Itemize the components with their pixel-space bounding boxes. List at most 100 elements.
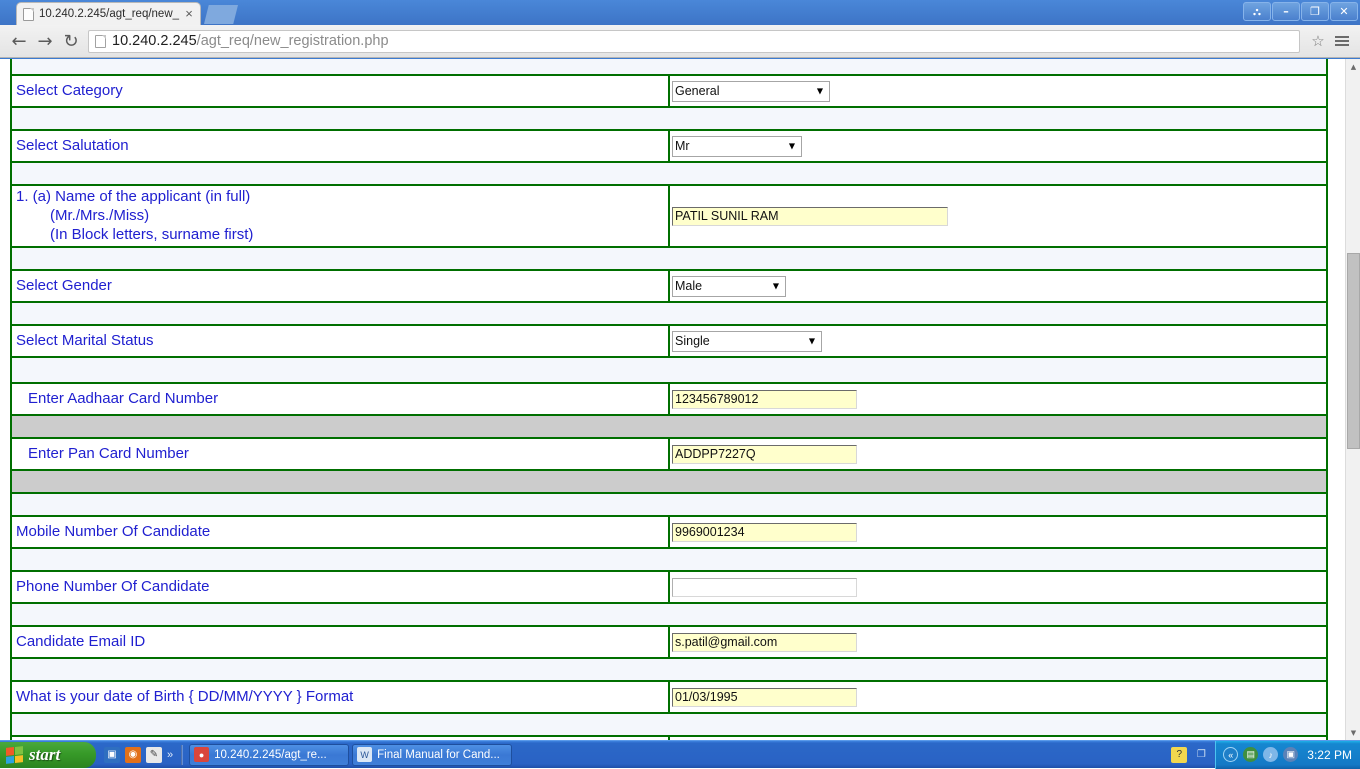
label-applicant-name-line3: (In Block letters, surname first) <box>16 226 668 245</box>
row-applicant-name: 1. (a) Name of the applicant (in full) (… <box>11 185 1327 247</box>
input-cell: Male <box>669 270 1327 302</box>
label-cell: 1. (a) Name of the applicant (in full) (… <box>11 185 669 247</box>
input-applicant-name[interactable] <box>672 207 948 226</box>
input-cell: General <box>669 75 1327 107</box>
show-hidden-icons-icon[interactable]: « <box>1223 747 1238 762</box>
task-chrome-label: 10.240.2.245/agt_re... <box>214 749 327 761</box>
input-cell <box>669 516 1327 548</box>
task-word[interactable]: W Final Manual for Cand... <box>352 744 512 766</box>
restore-icon: ❐ <box>1310 6 1320 17</box>
window-controls: ⛬ – ❐ ✕ <box>1243 1 1358 21</box>
task-chrome[interactable]: ● 10.240.2.245/agt_re... <box>189 744 349 766</box>
label-cell: Mobile Number Of Candidate <box>11 516 669 548</box>
label-aadhaar: Enter Aadhaar Card Number <box>14 388 668 411</box>
input-cell: Single <box>669 325 1327 357</box>
spacer-row <box>11 658 1327 681</box>
bookmark-star-icon[interactable]: ☆ <box>1306 29 1330 53</box>
scroll-down-icon[interactable]: ▼ <box>1346 725 1360 740</box>
input-email[interactable] <box>672 633 857 652</box>
row-select-category: Select Category General <box>11 75 1327 107</box>
quick-launch-overflow-icon[interactable]: » <box>167 749 173 761</box>
input-cell <box>669 626 1327 658</box>
windows-update-icon[interactable]: ❐ <box>1193 747 1209 763</box>
scrollbar-thumb[interactable] <box>1347 253 1360 449</box>
network-activity-icon[interactable]: ▤ <box>1243 747 1258 762</box>
input-phone[interactable] <box>672 578 857 597</box>
input-aadhaar[interactable] <box>672 390 857 409</box>
clock[interactable]: 3:22 PM <box>1307 748 1352 762</box>
taskbar-divider <box>181 745 183 765</box>
input-mobile[interactable] <box>672 523 857 542</box>
label-date-of-birth: What is your date of Birth { DD/MM/YYYY … <box>14 686 668 709</box>
notepad-icon[interactable]: ✎ <box>146 747 162 763</box>
label-cell: Select Category <box>11 75 669 107</box>
minimize-button[interactable]: – <box>1272 2 1300 21</box>
label-cell: Select Salutation <box>11 130 669 162</box>
system-tray: « ▤ ♪ ▣ 3:22 PM <box>1215 741 1360 769</box>
url-text: 10.240.2.245/agt_req/new_registration.ph… <box>112 33 389 49</box>
label-select-salutation: Select Salutation <box>14 135 668 158</box>
spacer-row <box>11 107 1327 130</box>
forward-button[interactable]: → <box>32 28 58 54</box>
page-info-icon <box>95 35 106 48</box>
input-date-of-birth[interactable] <box>672 688 857 707</box>
tab-favicon-icon <box>23 8 34 21</box>
input-cell <box>669 571 1327 603</box>
close-button[interactable]: ✕ <box>1330 2 1358 21</box>
browser-tab[interactable]: 10.240.2.245/agt_req/new_ × <box>16 2 201 25</box>
show-desktop-icon[interactable]: ▣ <box>104 747 120 763</box>
reload-icon: ↻ <box>63 31 78 52</box>
registration-form-page: Select Category General Select Salutatio… <box>0 59 1345 740</box>
start-button[interactable]: start <box>0 742 96 768</box>
help-icon[interactable]: ? <box>1171 747 1187 763</box>
chrome-menu-icon[interactable] <box>1330 29 1354 53</box>
row-email: Candidate Email ID <box>11 626 1327 658</box>
close-icon: ✕ <box>1339 6 1348 17</box>
address-bar[interactable]: 10.240.2.245/agt_req/new_registration.ph… <box>88 30 1300 53</box>
display-icon[interactable]: ▣ <box>1283 747 1298 762</box>
browser-window: 10.240.2.245/agt_req/new_ × ⛬ – ❐ ✕ ← → <box>0 0 1360 740</box>
input-cell <box>669 681 1327 713</box>
tab-title: 10.240.2.245/agt_req/new_ <box>39 8 182 20</box>
spacer-row <box>11 162 1327 185</box>
row-mobile: Mobile Number Of Candidate <box>11 516 1327 548</box>
label-pan: Enter Pan Card Number <box>14 443 668 466</box>
input-pan[interactable] <box>672 445 857 464</box>
taskbar: start ▣ ◉ ✎ » ● 10.240.2.245/agt_re... W… <box>0 740 1360 768</box>
select-marital-status[interactable]: Single <box>672 331 822 352</box>
row-select-gender: Select Gender Male <box>11 270 1327 302</box>
notification-icons: ? ❐ <box>1171 747 1215 763</box>
label-phone: Phone Number Of Candidate <box>14 576 668 599</box>
select-salutation[interactable]: Mr <box>672 136 802 157</box>
input-cell <box>669 438 1327 470</box>
row-aadhaar: Enter Aadhaar Card Number <box>11 383 1327 415</box>
volume-icon[interactable]: ♪ <box>1263 747 1278 762</box>
restore-button[interactable]: ❐ <box>1301 2 1329 21</box>
quick-launch-bar: ▣ ◉ ✎ » <box>100 742 179 768</box>
spacer-row <box>11 548 1327 571</box>
label-applicant-name-line2: (Mr./Mrs./Miss) <box>16 207 668 226</box>
select-category[interactable]: General <box>672 81 830 102</box>
tab-close-icon[interactable]: × <box>182 7 196 21</box>
tab-strip: 10.240.2.245/agt_req/new_ × ⛬ – ❐ ✕ <box>0 0 1360 25</box>
back-button[interactable]: ← <box>6 28 32 54</box>
page-scrollbar[interactable]: ▲ ▼ <box>1345 59 1360 740</box>
spacer-row <box>11 713 1327 736</box>
minimize-icon: – <box>1283 6 1289 17</box>
spacer-row-gray <box>11 415 1327 438</box>
label-cell: Phone Number Of Candidate <box>11 571 669 603</box>
user-switch-button[interactable]: ⛬ <box>1243 2 1271 21</box>
registration-form-table: Select Category General Select Salutatio… <box>10 59 1328 740</box>
label-email: Candidate Email ID <box>14 631 668 654</box>
url-host: 10.240.2.245 <box>112 33 197 49</box>
new-tab-button[interactable] <box>204 5 238 24</box>
browser-toolbar: ← → ↻ 10.240.2.245/agt_req/new_registrat… <box>0 25 1360 58</box>
select-gender[interactable]: Male <box>672 276 786 297</box>
label-select-marital-status: Select Marital Status <box>14 330 668 353</box>
back-arrow-icon: ← <box>11 31 26 52</box>
scroll-up-icon[interactable]: ▲ <box>1346 59 1360 74</box>
reload-button[interactable]: ↻ <box>58 28 84 54</box>
label-cell: Select Gender <box>11 270 669 302</box>
firefox-icon[interactable]: ◉ <box>125 747 141 763</box>
label-cell: What is your date of Birth { DD/MM/YYYY … <box>11 681 669 713</box>
